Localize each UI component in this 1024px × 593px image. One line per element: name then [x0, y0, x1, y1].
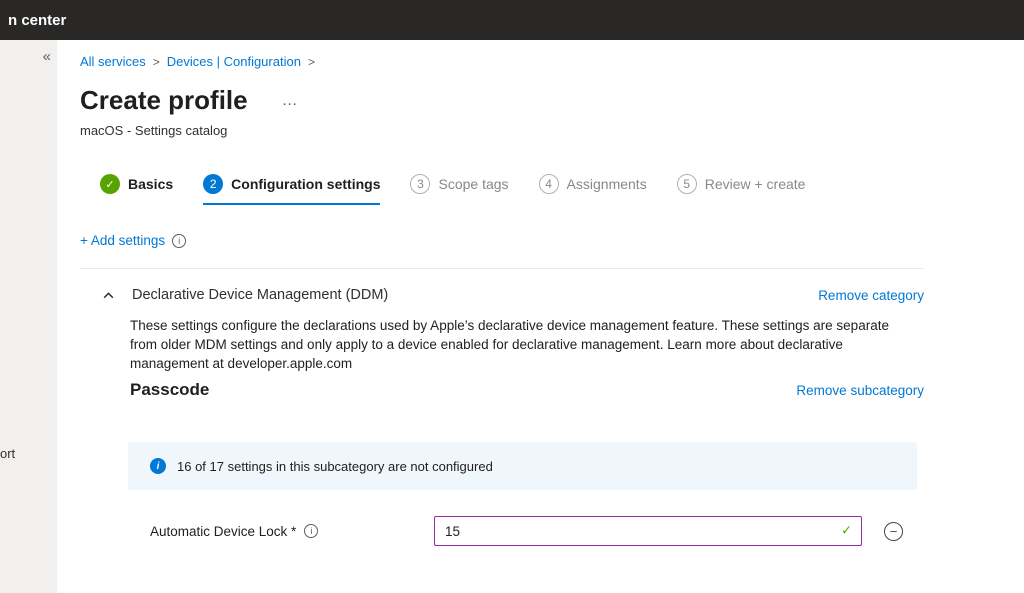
breadcrumb-separator-icon: > [301, 55, 322, 69]
tab-configuration-settings-label: Configuration settings [231, 176, 380, 192]
remove-setting-icon[interactable]: − [884, 522, 903, 541]
info-banner-text: 16 of 17 settings in this subcategory ar… [177, 459, 493, 474]
topbar: n center [0, 0, 1024, 40]
tab-basics-label: Basics [128, 176, 173, 192]
step-number-icon: 3 [410, 174, 430, 194]
step-number-icon: 2 [203, 174, 223, 194]
remove-subcategory-link[interactable]: Remove subcategory [796, 383, 924, 398]
setting-row: Automatic Device Lock * i ✓ − [150, 516, 924, 546]
wizard-tabs: ✓ Basics 2 Configuration settings 3 Scop… [80, 174, 924, 205]
tab-assignments[interactable]: 4 Assignments [539, 174, 647, 203]
tab-review-create[interactable]: 5 Review + create [677, 174, 806, 203]
sidebar-collapse-icon[interactable]: « [43, 48, 51, 65]
collapse-chevron-icon[interactable] [102, 289, 115, 302]
tab-review-create-label: Review + create [705, 176, 806, 192]
divider [80, 268, 924, 269]
page-title: Create profile [80, 85, 248, 116]
automatic-device-lock-input[interactable] [434, 516, 862, 546]
add-settings-row: + Add settings i [80, 233, 924, 248]
tab-basics[interactable]: ✓ Basics [100, 174, 173, 203]
step-number-icon: 4 [539, 174, 559, 194]
setting-label-wrap: Automatic Device Lock * i [150, 524, 434, 539]
breadcrumb-all-services[interactable]: All services [80, 54, 146, 69]
step-number-icon: 5 [677, 174, 697, 194]
tab-scope-tags[interactable]: 3 Scope tags [410, 174, 508, 203]
tab-configuration-settings[interactable]: 2 Configuration settings [203, 174, 380, 205]
sidebar-item-partial[interactable]: ort [0, 446, 15, 461]
screen: n center « ort All services > Devices | … [0, 0, 1024, 593]
category-description: These settings configure the declaration… [130, 316, 908, 373]
info-icon: i [150, 458, 166, 474]
category-title: Declarative Device Management (DDM) [132, 287, 818, 303]
info-banner: i 16 of 17 settings in this subcategory … [128, 442, 917, 490]
check-circle-icon: ✓ [100, 174, 120, 194]
more-options-icon[interactable]: … [282, 92, 299, 110]
tab-scope-tags-label: Scope tags [438, 176, 508, 192]
topbar-title: n center [8, 12, 66, 29]
info-icon: i [304, 524, 318, 538]
category-header: Declarative Device Management (DDM) Remo… [80, 287, 924, 303]
main-content: All services > Devices | Configuration >… [57, 40, 1024, 593]
add-settings-link[interactable]: + Add settings [80, 233, 165, 248]
breadcrumb-devices-configuration[interactable]: Devices | Configuration [167, 54, 301, 69]
info-icon: i [172, 234, 186, 248]
remove-category-link[interactable]: Remove category [818, 288, 924, 303]
breadcrumb-separator-icon: > [146, 55, 167, 69]
sidebar: « ort [0, 40, 57, 593]
tab-assignments-label: Assignments [567, 176, 647, 192]
subcategory-header: Passcode Remove subcategory [130, 380, 924, 400]
breadcrumb: All services > Devices | Configuration > [80, 54, 924, 69]
automatic-device-lock-label: Automatic Device Lock * [150, 524, 296, 539]
title-row: Create profile … [80, 85, 924, 116]
page-subtitle: macOS - Settings catalog [80, 123, 924, 138]
input-wrap: ✓ [434, 516, 862, 546]
subcategory-title: Passcode [130, 380, 796, 400]
